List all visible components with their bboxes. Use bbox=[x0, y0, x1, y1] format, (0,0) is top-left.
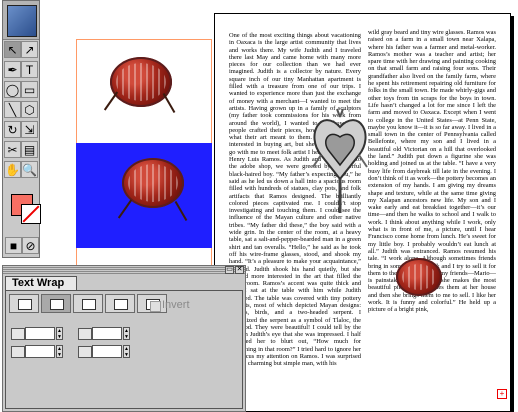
ellipse-tool-icon[interactable]: ◯ bbox=[4, 81, 21, 98]
beetle-figurine-image-inline[interactable] bbox=[396, 258, 442, 296]
hand-tool-icon[interactable]: ✋ bbox=[4, 161, 21, 178]
scale-tool-icon[interactable]: ⇲ bbox=[21, 121, 38, 138]
polygon-tool-icon[interactable]: ⬡ bbox=[21, 101, 38, 118]
color-mode-icon[interactable]: ■ bbox=[5, 237, 22, 254]
selection-tool-icon[interactable]: ↖ bbox=[4, 41, 21, 58]
bottom-offset-stepper[interactable]: ▲ ▼ bbox=[11, 345, 65, 358]
text-wrap-palette: ▭ ✕ Text Wrap Invert ▲ ▼ ▲ ▼ ▲ ▼ ▲ ▼ bbox=[2, 265, 246, 412]
overflow-marker-icon[interactable]: + bbox=[497, 389, 507, 399]
no-wrap-button[interactable] bbox=[9, 294, 39, 313]
pen-tool-icon[interactable]: ✒ bbox=[4, 61, 21, 78]
rectangle-tool-icon[interactable]: ▭ bbox=[21, 81, 38, 98]
right-offset-stepper[interactable]: ▲ ▼ bbox=[78, 345, 132, 358]
line-tool-icon[interactable]: ╲ bbox=[4, 101, 21, 118]
tab-text-wrap[interactable]: Text Wrap bbox=[5, 276, 77, 290]
wrap-bounding-box-button[interactable] bbox=[41, 294, 71, 313]
type-tool-icon[interactable]: T bbox=[21, 61, 38, 78]
jump-object-button[interactable] bbox=[105, 294, 135, 313]
scissors-tool-icon[interactable]: ✂ bbox=[4, 141, 21, 158]
text-wrap-body: Invert ▲ ▼ ▲ ▼ ▲ ▼ ▲ ▼ bbox=[5, 290, 243, 409]
collapse-icon[interactable]: ▭ bbox=[225, 266, 234, 274]
stroke-color-swatch[interactable] bbox=[21, 204, 41, 224]
direct-selection-tool-icon[interactable]: ↗ bbox=[21, 41, 38, 58]
text-column-right: wild gray beard and tiny wire glasses. R… bbox=[368, 29, 496, 314]
left-offset-stepper[interactable]: ▲ ▼ bbox=[78, 327, 132, 340]
toolbox-header bbox=[3, 1, 39, 40]
close-icon[interactable]: ✕ bbox=[235, 266, 244, 274]
beetle-figurine-image-top[interactable] bbox=[110, 57, 172, 107]
top-offset-stepper[interactable]: ▲ ▼ bbox=[11, 327, 65, 340]
sacred-heart-image[interactable] bbox=[311, 107, 369, 217]
gradient-tool-icon[interactable]: ▤ bbox=[21, 141, 38, 158]
none-mode-icon[interactable]: ⊘ bbox=[22, 237, 39, 254]
app-logo-icon[interactable] bbox=[7, 5, 37, 37]
palette-titlebar[interactable]: ▭ ✕ bbox=[3, 266, 245, 275]
zoom-tool-icon[interactable]: 🔍 bbox=[21, 161, 38, 178]
invert-label: Invert bbox=[162, 299, 190, 311]
text-column-left: One of the most exciting things about va… bbox=[229, 32, 361, 368]
toolbox-palette: ■ ⊘ ↖ ↗ ✒ T ◯ ▭ ╲ ⬡ ↻ ⇲ ✂ ▤ ✋ 🔍 bbox=[2, 0, 41, 258]
rotate-tool-icon[interactable]: ↻ bbox=[4, 121, 21, 138]
wrap-object-shape-button[interactable] bbox=[73, 294, 103, 313]
invert-checkbox[interactable] bbox=[150, 301, 161, 312]
